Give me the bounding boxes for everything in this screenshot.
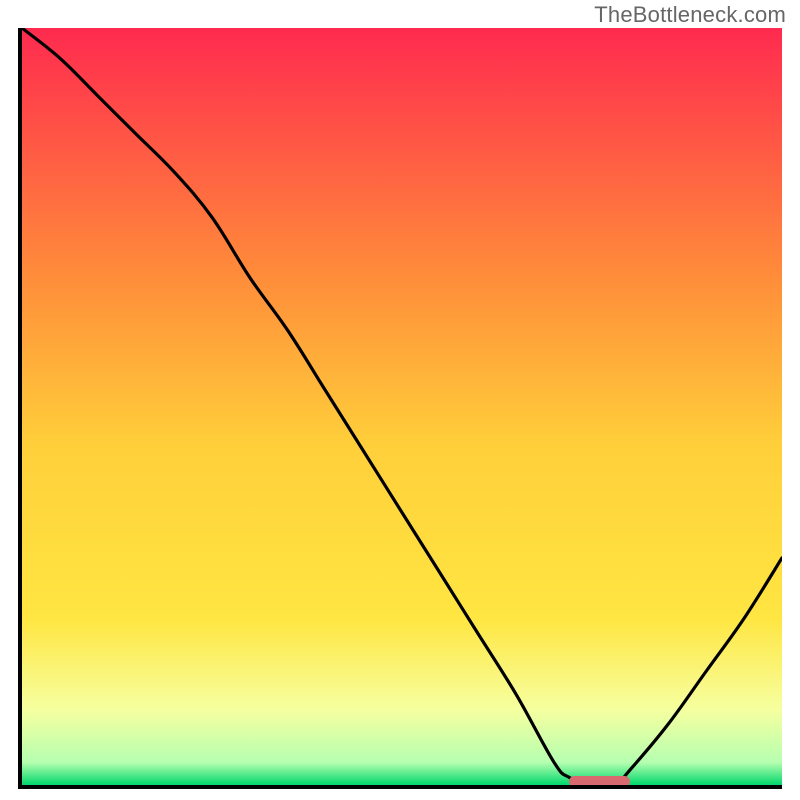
bottleneck-curve	[22, 28, 782, 785]
plot-area	[22, 28, 782, 785]
chart-container: TheBottleneck.com	[0, 0, 800, 800]
optimal-range-marker	[569, 776, 630, 785]
watermark-text: TheBottleneck.com	[594, 2, 786, 28]
